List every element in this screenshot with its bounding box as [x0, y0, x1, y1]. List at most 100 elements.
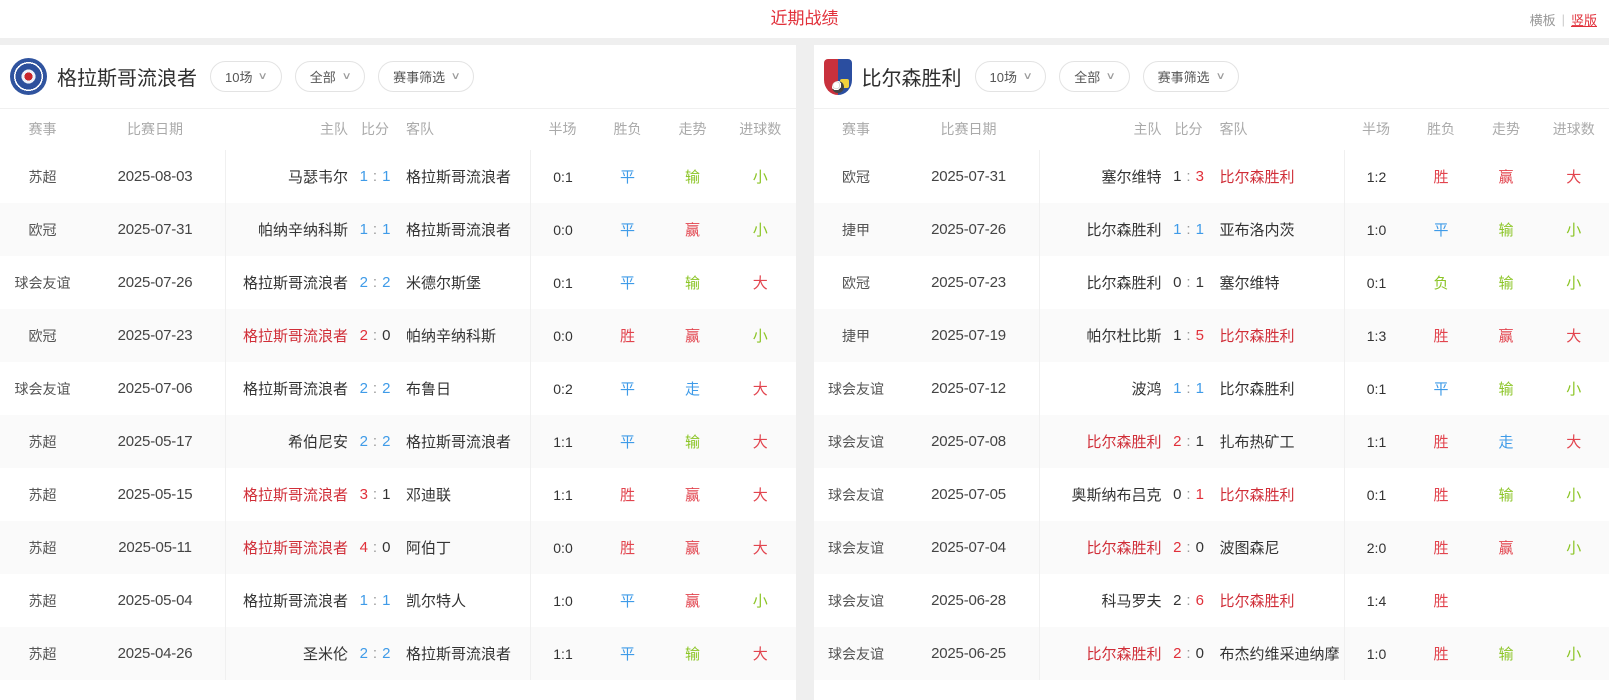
col-trend: 走势: [660, 109, 725, 150]
result-cell: 平: [1409, 219, 1474, 240]
away-team-cell: 格拉斯哥流浪者: [400, 219, 530, 240]
competition-filter-dropdown[interactable]: 赛事筛选 ∨: [378, 61, 474, 92]
home-team-name: 科马罗夫: [1101, 590, 1161, 611]
match-row[interactable]: 苏超2025-05-17希伯尼安2:2格拉斯哥流浪者1:1平输大: [0, 415, 796, 468]
away-score: 0: [382, 327, 390, 344]
match-row[interactable]: 捷甲2025-07-26比尔森胜利1:1亚布洛内茨1:0平输小: [814, 203, 1609, 256]
score-colon: :: [1181, 486, 1195, 503]
result-badge: 胜: [620, 540, 635, 557]
half-score-cell: 1:1: [1344, 415, 1409, 468]
match-row[interactable]: 捷甲2025-07-19帕尔杜比斯1:5比尔森胜利1:3胜赢大: [814, 309, 1609, 362]
link-separator: |: [1562, 12, 1565, 27]
match-row[interactable]: 苏超2025-05-15格拉斯哥流浪者3:1邓迪联1:1胜赢大: [0, 468, 796, 521]
away-team-cell: 米德尔斯堡: [400, 272, 530, 293]
result-badge: 平: [620, 593, 635, 610]
away-score: 1: [1196, 274, 1204, 291]
match-row[interactable]: 球会友谊2025-07-06格拉斯哥流浪者2:2布鲁日0:2平走大: [0, 362, 796, 415]
match-row[interactable]: 球会友谊2025-06-25比尔森胜利2:0布杰约维采迪纳摩1:0胜输小: [814, 627, 1609, 680]
result-badge: 胜: [620, 487, 635, 504]
result-badge: 胜: [1433, 169, 1448, 186]
match-row[interactable]: 球会友谊2025-07-04比尔森胜利2:0波图森尼2:0胜赢小: [814, 521, 1609, 574]
match-row[interactable]: 欧冠2025-07-23格拉斯哥流浪者2:0帕纳辛纳科斯0:0胜赢小: [0, 309, 796, 362]
score-cell: 4:0: [350, 539, 400, 556]
match-row[interactable]: 球会友谊2025-07-05奥斯纳布吕克0:1比尔森胜利0:1胜输小: [814, 468, 1609, 521]
result-cell: 胜: [1409, 484, 1474, 505]
date-cell: 2025-07-19: [899, 327, 1039, 344]
matches-count-dropdown[interactable]: 10场 ∨: [210, 61, 282, 92]
matches-count-label: 10场: [990, 67, 1017, 86]
date-cell: 2025-05-17: [85, 433, 225, 450]
venue-dropdown[interactable]: 全部 ∨: [1059, 61, 1129, 92]
away-score: 1: [382, 168, 390, 185]
home-team-name: 马瑟韦尔: [288, 166, 348, 187]
away-team-name: 格拉斯哥流浪者: [406, 169, 511, 186]
home-team-name: 比尔森胜利: [1086, 643, 1161, 664]
match-row[interactable]: 苏超2025-05-04格拉斯哥流浪者1:1凯尔特人1:0平赢小: [0, 574, 796, 627]
home-score: 2: [360, 274, 368, 291]
match-row[interactable]: 球会友谊2025-07-08比尔森胜利2:1扎布热矿工1:1胜走大: [814, 415, 1609, 468]
league-cell: 苏超: [0, 485, 85, 505]
score-cell: 0:1: [1164, 486, 1214, 503]
trend-cell: 输: [1474, 643, 1539, 664]
goals-cell: 大: [725, 431, 796, 452]
match-row[interactable]: 欧冠2025-07-23比尔森胜利0:1塞尔维特0:1负输小: [814, 256, 1609, 309]
result-badge: 胜: [1433, 646, 1448, 663]
trend-cell: 赢: [1474, 166, 1539, 187]
col-away: 客队: [400, 109, 530, 150]
match-row[interactable]: 欧冠2025-07-31帕纳辛纳科斯1:1格拉斯哥流浪者0:0平赢小: [0, 203, 796, 256]
away-team-name: 布杰约维采迪纳摩: [1220, 646, 1340, 663]
away-team-name: 比尔森胜利: [1220, 169, 1295, 186]
date-cell: 2025-07-31: [85, 221, 225, 238]
goals-badge: 小: [753, 593, 768, 610]
score-colon: :: [368, 539, 382, 556]
league-cell: 球会友谊: [814, 644, 899, 664]
goals-cell: 大: [1539, 166, 1609, 187]
result-badge: 平: [620, 169, 635, 186]
home-team-name: 比尔森胜利: [1086, 431, 1161, 452]
match-row[interactable]: 球会友谊2025-07-26格拉斯哥流浪者2:2米德尔斯堡0:1平输大: [0, 256, 796, 309]
matches-count-dropdown[interactable]: 10场 ∨: [975, 61, 1047, 92]
chevron-down-icon: ∨: [1215, 71, 1225, 82]
date-cell: 2025-07-26: [899, 221, 1039, 238]
trend-badge: 输: [685, 169, 700, 186]
league-cell: 欧冠: [814, 167, 899, 187]
home-team-name: 奥斯纳布吕克: [1071, 484, 1161, 505]
home-team-name: 比尔森胜利: [1086, 272, 1161, 293]
vertical-layout-link[interactable]: 竖版: [1571, 10, 1597, 29]
away-team-cell: 波图森尼: [1214, 537, 1344, 558]
away-score: 2: [382, 274, 390, 291]
home-team-cell: 比尔森胜利: [1039, 521, 1164, 574]
date-cell: 2025-07-31: [899, 168, 1039, 185]
match-row[interactable]: 球会友谊2025-07-12波鸿1:1比尔森胜利0:1平输小: [814, 362, 1609, 415]
away-score: 2: [382, 380, 390, 397]
match-row[interactable]: 苏超2025-05-11格拉斯哥流浪者4:0阿伯丁0:0胜赢大: [0, 521, 796, 574]
result-cell: 胜: [1409, 643, 1474, 664]
away-team-cell: 布鲁日: [400, 378, 530, 399]
score-cell: 1:1: [1164, 221, 1214, 238]
goals-cell: 大: [725, 643, 796, 664]
match-row[interactable]: 苏超2025-04-26圣米伦2:2格拉斯哥流浪者1:1平输大: [0, 627, 796, 680]
trend-badge: 输: [1498, 487, 1513, 504]
venue-dropdown[interactable]: 全部 ∨: [295, 61, 365, 92]
half-score-cell: 0:2: [530, 362, 595, 415]
score-colon: :: [368, 645, 382, 662]
goals-cell: 小: [1539, 272, 1609, 293]
trend-cell: 赢: [1474, 325, 1539, 346]
result-badge: 平: [620, 646, 635, 663]
goals-badge: 大: [1566, 328, 1581, 345]
chevron-down-icon: ∨: [1106, 71, 1116, 82]
league-cell: 苏超: [0, 167, 85, 187]
horizontal-layout-link[interactable]: 横板: [1530, 10, 1556, 29]
top-bar: 近期战绩 横板 | 竖版: [0, 0, 1609, 38]
competition-filter-dropdown[interactable]: 赛事筛选 ∨: [1143, 61, 1239, 92]
home-score: 2: [360, 645, 368, 662]
match-row[interactable]: 欧冠2025-07-31塞尔维特1:3比尔森胜利1:2胜赢大: [814, 150, 1609, 203]
result-badge: 平: [620, 222, 635, 239]
away-score: 1: [1196, 433, 1204, 450]
match-row[interactable]: 球会友谊2025-06-28科马罗夫2:6比尔森胜利1:4胜: [814, 574, 1609, 627]
result-badge: 平: [620, 434, 635, 451]
venue-label: 全部: [310, 67, 336, 86]
goals-cell: 小: [725, 590, 796, 611]
match-row[interactable]: 苏超2025-08-03马瑟韦尔1:1格拉斯哥流浪者0:1平输小: [0, 150, 796, 203]
result-cell: 胜: [1409, 325, 1474, 346]
